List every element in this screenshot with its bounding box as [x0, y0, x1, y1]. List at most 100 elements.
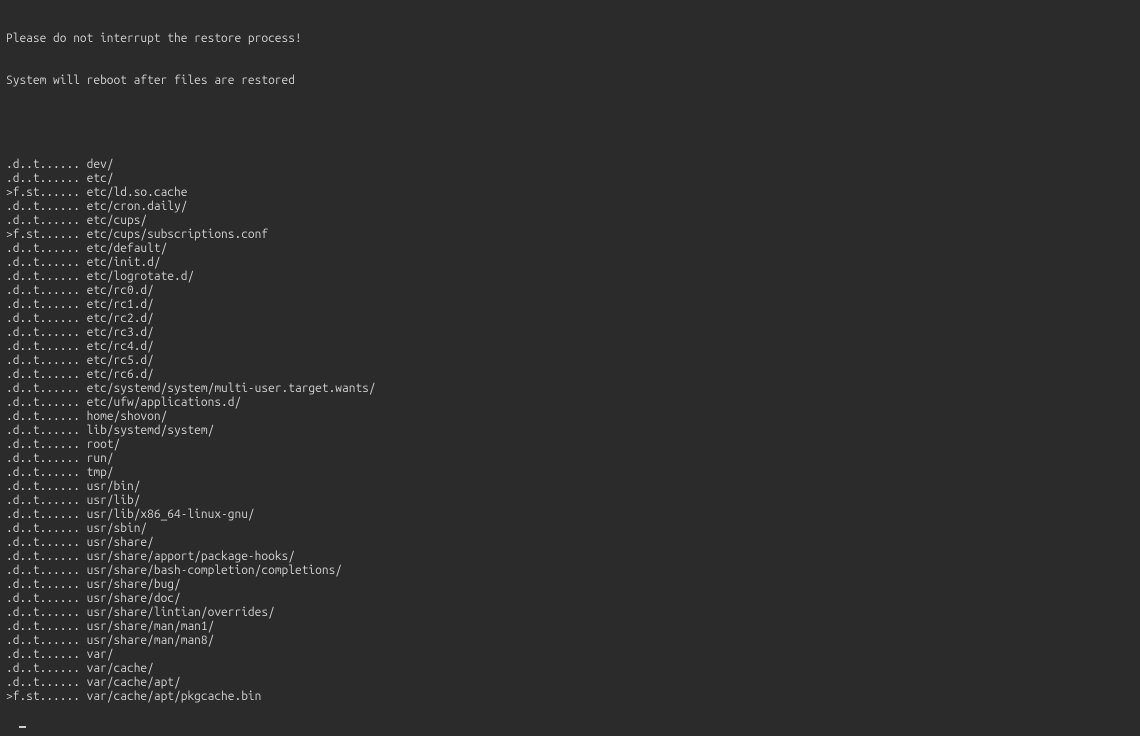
restore-entry: .d..t...... var/cache/	[6, 662, 1134, 676]
entry-path: home/shovon/	[87, 410, 168, 423]
entry-flags: .d..t......	[6, 508, 80, 521]
restore-entry: .d..t...... etc/	[6, 172, 1134, 186]
restore-entry: .d..t...... etc/cron.daily/	[6, 200, 1134, 214]
entry-path: etc/rc1.d/	[87, 298, 154, 311]
entry-flags: .d..t......	[6, 466, 80, 479]
entry-path: etc/rc6.d/	[87, 368, 154, 381]
entry-path: usr/share/	[87, 536, 154, 549]
entry-flags: .d..t......	[6, 634, 80, 647]
entry-path: usr/bin/	[87, 480, 141, 493]
entry-path: usr/share/bash-completion/completions/	[87, 564, 342, 577]
entry-flags: .d..t......	[6, 312, 80, 325]
entry-flags: .d..t......	[6, 340, 80, 353]
entry-flags: .d..t......	[6, 158, 80, 171]
entry-flags: .d..t......	[6, 480, 80, 493]
entry-path: etc/rc5.d/	[87, 354, 154, 367]
header-line-1: Please do not interrupt the restore proc…	[6, 32, 1134, 46]
entry-path: etc/cups/subscriptions.conf	[87, 228, 268, 241]
entry-flags: .d..t......	[6, 648, 80, 661]
restore-entry: .d..t...... var/	[6, 648, 1134, 662]
entry-flags: .d..t......	[6, 410, 80, 423]
restore-entry: .d..t...... lib/systemd/system/	[6, 424, 1134, 438]
entry-path: var/cache/apt/pkgcache.bin	[87, 690, 262, 703]
entry-path: lib/systemd/system/	[87, 424, 215, 437]
entry-path: etc/rc0.d/	[87, 284, 154, 297]
entry-flags: .d..t......	[6, 256, 80, 269]
entry-flags: .d..t......	[6, 382, 80, 395]
entry-path: etc/	[87, 172, 114, 185]
restore-entry: .d..t...... usr/share/man/man8/	[6, 634, 1134, 648]
restore-entry: .d..t...... usr/bin/	[6, 480, 1134, 494]
restore-entry: .d..t...... etc/rc2.d/	[6, 312, 1134, 326]
restore-entry: .d..t...... usr/lib/x86_64-linux-gnu/	[6, 508, 1134, 522]
entry-path: usr/lib/x86_64-linux-gnu/	[87, 508, 255, 521]
entry-flags: >f.st......	[6, 690, 80, 703]
restore-entry: .d..t...... usr/share/man/man1/	[6, 620, 1134, 634]
entry-path: etc/rc3.d/	[87, 326, 154, 339]
entry-flags: .d..t......	[6, 550, 80, 563]
restore-entry: .d..t...... usr/share/	[6, 536, 1134, 550]
entry-path: etc/systemd/system/multi-user.target.wan…	[87, 382, 376, 395]
entry-flags: .d..t......	[6, 592, 80, 605]
entry-flags: .d..t......	[6, 536, 80, 549]
restore-entry: .d..t...... usr/share/bug/	[6, 578, 1134, 592]
entry-path: var/	[87, 648, 114, 661]
entry-path: usr/share/bug/	[87, 578, 181, 591]
restore-entry: .d..t...... usr/share/bash-completion/co…	[6, 564, 1134, 578]
restore-entry: .d..t...... etc/rc4.d/	[6, 340, 1134, 354]
entry-path: etc/rc2.d/	[87, 312, 154, 325]
entry-flags: .d..t......	[6, 452, 80, 465]
entry-flags: .d..t......	[6, 214, 80, 227]
entry-flags: >f.st......	[6, 186, 80, 199]
restore-entry: .d..t...... etc/systemd/system/multi-use…	[6, 382, 1134, 396]
entry-flags: .d..t......	[6, 200, 80, 213]
entry-path: etc/ld.so.cache	[87, 186, 188, 199]
entry-flags: .d..t......	[6, 284, 80, 297]
restore-entry: .d..t...... tmp/	[6, 466, 1134, 480]
entry-path: usr/share/apport/package-hooks/	[87, 550, 295, 563]
entry-path: etc/rc4.d/	[87, 340, 154, 353]
cursor	[19, 726, 26, 728]
entry-path: var/cache/apt/	[87, 676, 181, 689]
entry-flags: .d..t......	[6, 662, 80, 675]
entry-flags: .d..t......	[6, 298, 80, 311]
entry-flags: >f.st......	[6, 228, 80, 241]
entry-flags: .d..t......	[6, 242, 80, 255]
restore-entry: .d..t...... etc/rc3.d/	[6, 326, 1134, 340]
restore-entry: .d..t...... dev/	[6, 158, 1134, 172]
entry-path: etc/logrotate.d/	[87, 270, 195, 283]
restore-entry: .d..t...... etc/cups/	[6, 214, 1134, 228]
entry-flags: .d..t......	[6, 368, 80, 381]
terminal-output: Please do not interrupt the restore proc…	[0, 0, 1140, 736]
entry-flags: .d..t......	[6, 522, 80, 535]
entry-path: etc/cups/	[87, 214, 147, 227]
restore-entry: .d..t...... etc/ufw/applications.d/	[6, 396, 1134, 410]
entry-flags: .d..t......	[6, 326, 80, 339]
entry-path: etc/init.d/	[87, 256, 161, 269]
entry-flags: .d..t......	[6, 270, 80, 283]
entry-path: var/cache/	[87, 662, 154, 675]
restore-entry: .d..t...... home/shovon/	[6, 410, 1134, 424]
entry-flags: .d..t......	[6, 620, 80, 633]
restore-entry: .d..t...... run/	[6, 452, 1134, 466]
restore-entry: .d..t...... root/	[6, 438, 1134, 452]
entry-path: usr/share/man/man8/	[87, 634, 215, 647]
entry-path: tmp/	[87, 466, 114, 479]
entry-flags: .d..t......	[6, 172, 80, 185]
restore-entry: >f.st...... etc/ld.so.cache	[6, 186, 1134, 200]
entry-flags: .d..t......	[6, 676, 80, 689]
entry-flags: .d..t......	[6, 564, 80, 577]
restore-entry: >f.st...... etc/cups/subscriptions.conf	[6, 228, 1134, 242]
restore-entries: .d..t...... dev/.d..t...... etc/>f.st...…	[6, 158, 1134, 704]
entry-flags: .d..t......	[6, 578, 80, 591]
restore-entry: .d..t...... usr/sbin/	[6, 522, 1134, 536]
restore-entry: .d..t...... etc/logrotate.d/	[6, 270, 1134, 284]
header-line-2: System will reboot after files are resto…	[6, 74, 1134, 88]
entry-flags: .d..t......	[6, 396, 80, 409]
restore-entry: .d..t...... usr/share/doc/	[6, 592, 1134, 606]
restore-entry: .d..t...... usr/lib/	[6, 494, 1134, 508]
entry-flags: .d..t......	[6, 606, 80, 619]
entry-path: usr/sbin/	[87, 522, 147, 535]
restore-entry: .d..t...... etc/init.d/	[6, 256, 1134, 270]
entry-path: usr/lib/	[87, 494, 141, 507]
